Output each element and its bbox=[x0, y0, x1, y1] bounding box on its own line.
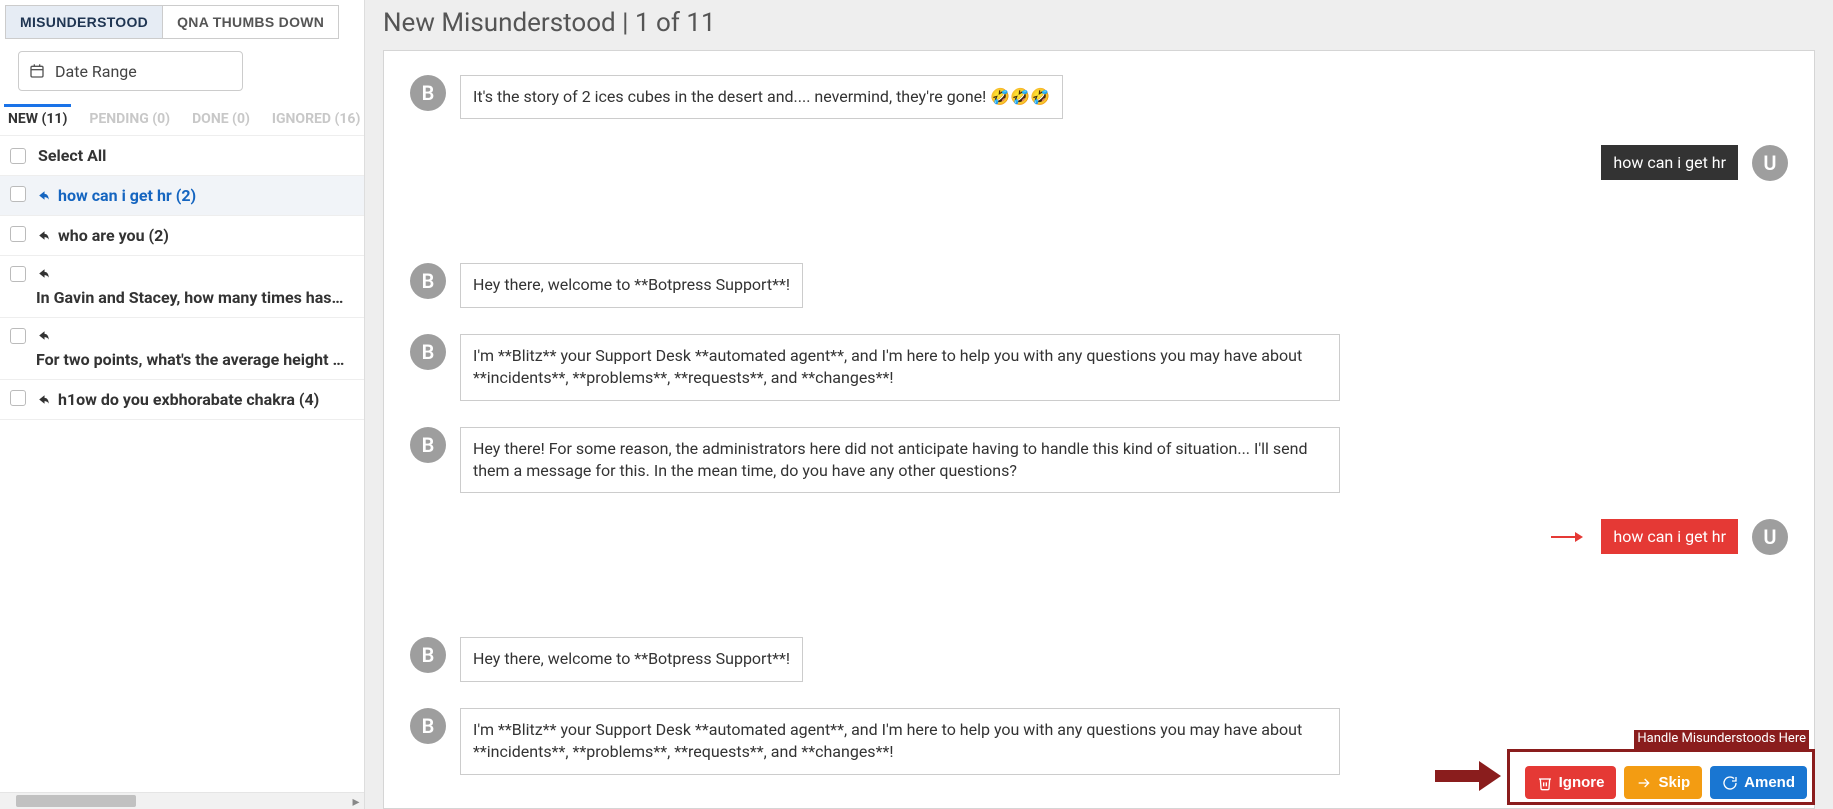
message-text: I'm **Blitz** your Support Desk **automa… bbox=[460, 334, 1340, 401]
user-message: how can i get hr U bbox=[410, 145, 1788, 181]
avatar-bot: B bbox=[410, 75, 446, 111]
ignore-button[interactable]: Ignore bbox=[1525, 766, 1617, 799]
bot-message: B Hey there, welcome to **Botpress Suppo… bbox=[410, 263, 1788, 307]
bot-message: B I'm **Blitz** your Support Desk **auto… bbox=[410, 334, 1788, 401]
list-item-checkbox[interactable] bbox=[10, 266, 26, 282]
tab-qna-thumbs-down[interactable]: QNA THUMBS DOWN bbox=[162, 5, 339, 39]
select-all-row: Select All bbox=[0, 136, 364, 176]
avatar-user: U bbox=[1752, 519, 1788, 555]
message-text: Hey there, welcome to **Botpress Support… bbox=[460, 263, 803, 307]
date-range-button[interactable]: Date Range bbox=[18, 51, 243, 91]
list-item-checkbox[interactable] bbox=[10, 226, 26, 242]
avatar-user: U bbox=[1752, 145, 1788, 181]
select-all-checkbox[interactable] bbox=[10, 148, 26, 164]
chat-area: B It's the story of 2 ices cubes in the … bbox=[383, 50, 1815, 809]
message-text: Hey there, welcome to **Botpress Support… bbox=[460, 637, 803, 681]
action-bar: Ignore Skip Amend bbox=[1525, 766, 1807, 799]
skip-button[interactable]: Skip bbox=[1624, 766, 1702, 799]
page-title: New Misunderstood | 1 of 11 bbox=[365, 0, 1833, 50]
avatar-bot: B bbox=[410, 708, 446, 744]
trash-icon bbox=[1537, 775, 1553, 791]
list-item[interactable]: h1ow do you exbhorabate chakra (4) bbox=[0, 380, 364, 420]
calendar-icon bbox=[29, 63, 45, 79]
list-item-text: how can i get hr (2) bbox=[58, 186, 196, 205]
message-text: It's the story of 2 ices cubes in the de… bbox=[460, 75, 1063, 119]
reply-icon bbox=[36, 328, 52, 344]
list-item[interactable]: who are you (2) bbox=[0, 216, 364, 256]
button-label: Amend bbox=[1744, 774, 1795, 791]
list-item-text: For two points, what's the average heigh… bbox=[36, 350, 346, 369]
scroll-right-icon[interactable]: ▸ bbox=[348, 793, 364, 809]
arrow-right-icon bbox=[1636, 775, 1652, 791]
user-message-highlighted: how can i get hr U bbox=[410, 519, 1788, 555]
status-tab-ignored[interactable]: IGNORED (16) bbox=[268, 107, 364, 135]
avatar-bot: B bbox=[410, 637, 446, 673]
avatar-bot: B bbox=[410, 427, 446, 463]
list-item-text: h1ow do you exbhorabate chakra (4) bbox=[58, 390, 319, 409]
horizontal-scrollbar[interactable]: ▸ bbox=[0, 792, 364, 809]
highlight-arrow-icon bbox=[1551, 519, 1583, 555]
right-panel: New Misunderstood | 1 of 11 B It's the s… bbox=[365, 0, 1833, 809]
list-item-checkbox[interactable] bbox=[10, 390, 26, 406]
list-item-text: who are you (2) bbox=[58, 226, 169, 245]
list-item-text: In Gavin and Stacey, how many times has … bbox=[36, 288, 346, 307]
list-item-checkbox[interactable] bbox=[10, 186, 26, 202]
reply-icon bbox=[36, 266, 52, 282]
list-item[interactable]: how can i get hr (2) bbox=[0, 176, 364, 216]
message-text: how can i get hr bbox=[1601, 519, 1738, 554]
status-tab-pending[interactable]: PENDING (0) bbox=[85, 107, 174, 135]
message-text: how can i get hr bbox=[1601, 145, 1738, 180]
bot-message: B It's the story of 2 ices cubes in the … bbox=[410, 75, 1788, 119]
tab-misunderstood[interactable]: MISUNDERSTOOD bbox=[5, 5, 162, 39]
bot-message: B Hey there, welcome to **Botpress Suppo… bbox=[410, 637, 1788, 681]
avatar-bot: B bbox=[410, 263, 446, 299]
avatar-bot: B bbox=[410, 334, 446, 370]
item-list: how can i get hr (2) who are you (2) In … bbox=[0, 176, 364, 792]
list-item[interactable]: In Gavin and Stacey, how many times has … bbox=[0, 256, 364, 318]
reply-icon bbox=[36, 228, 52, 244]
select-all-label: Select All bbox=[38, 146, 106, 165]
button-label: Ignore bbox=[1559, 774, 1605, 791]
status-tabs: NEW (11) PENDING (0) DONE (0) IGNORED (1… bbox=[0, 101, 364, 136]
message-text: I'm **Blitz** your Support Desk **automa… bbox=[460, 708, 1340, 775]
date-range-label: Date Range bbox=[55, 62, 137, 81]
status-tab-done[interactable]: DONE (0) bbox=[188, 107, 254, 135]
reply-icon bbox=[36, 392, 52, 408]
scrollbar-thumb[interactable] bbox=[16, 795, 136, 807]
amend-button[interactable]: Amend bbox=[1710, 766, 1807, 799]
message-text: Hey there! For some reason, the administ… bbox=[460, 427, 1340, 494]
bot-message: B Hey there! For some reason, the admini… bbox=[410, 427, 1788, 494]
refresh-icon bbox=[1722, 775, 1738, 791]
left-panel: MISUNDERSTOOD QNA THUMBS DOWN Date Range… bbox=[0, 0, 365, 809]
list-item-checkbox[interactable] bbox=[10, 328, 26, 344]
button-label: Skip bbox=[1658, 774, 1690, 791]
reply-icon bbox=[36, 188, 52, 204]
top-tab-row: MISUNDERSTOOD QNA THUMBS DOWN bbox=[0, 0, 364, 39]
status-tab-new[interactable]: NEW (11) bbox=[4, 104, 71, 135]
list-item[interactable]: For two points, what's the average heigh… bbox=[0, 318, 364, 380]
bot-message: B I'm **Blitz** your Support Desk **auto… bbox=[410, 708, 1788, 775]
